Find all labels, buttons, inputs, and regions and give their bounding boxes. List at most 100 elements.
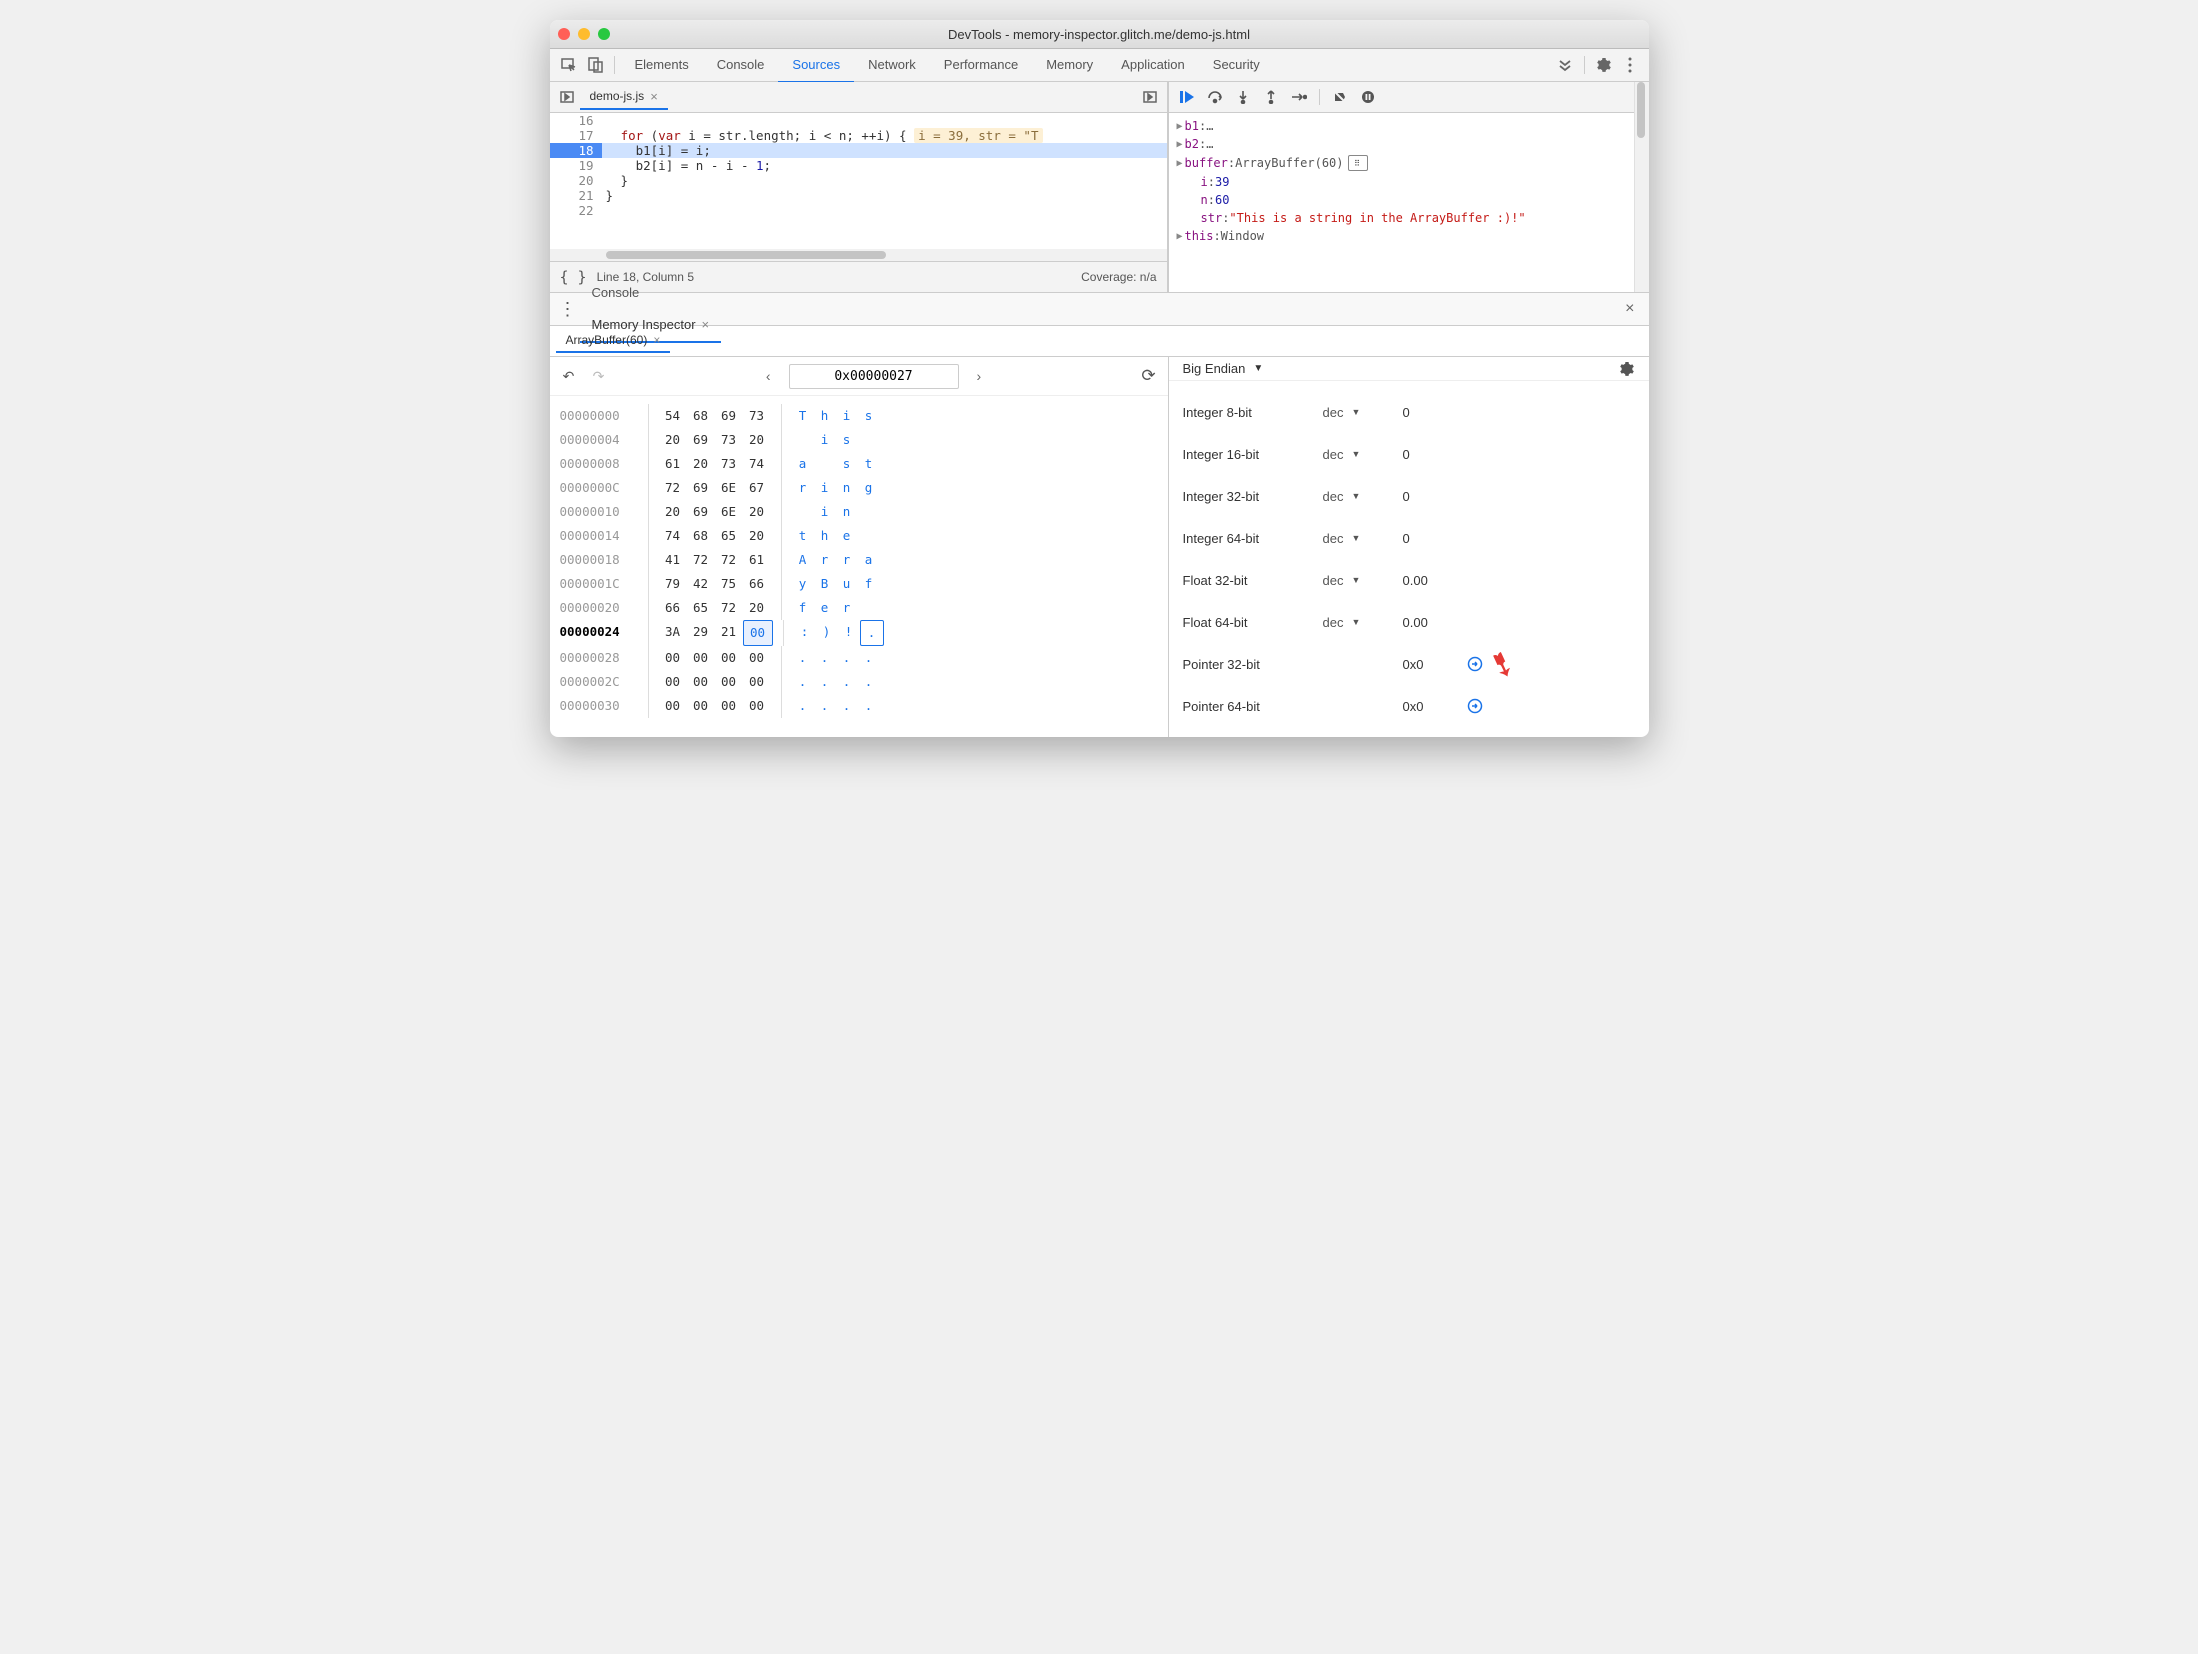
display-mode-select[interactable]: dec ▼ [1323,531,1403,546]
hex-byte[interactable]: 75 [715,572,743,596]
ascii-char[interactable]: ) [816,620,838,646]
close-drawer-icon[interactable]: × [1617,300,1642,318]
hex-byte[interactable]: 00 [659,646,687,670]
hex-byte[interactable]: 00 [743,694,771,718]
ascii-char[interactable]: . [814,646,836,670]
inspect-element-icon[interactable] [556,52,582,78]
ascii-char[interactable] [858,428,880,452]
hex-byte[interactable]: 00 [715,646,743,670]
hex-byte[interactable]: 00 [659,670,687,694]
hex-row[interactable]: 0000000420697320 is [560,428,1158,452]
display-mode-select[interactable]: dec ▼ [1323,447,1403,462]
scope-var-this[interactable]: ▶this: Window [1177,227,1626,245]
hex-byte[interactable]: 3A [659,620,687,646]
ascii-char[interactable]: u [836,572,858,596]
hex-byte[interactable]: 69 [715,404,743,428]
step-into-icon[interactable] [1231,85,1255,109]
code-line[interactable]: 17 for (var i = str.length; i < n; ++i) … [550,128,1167,143]
ascii-char[interactable]: . [858,694,880,718]
ascii-char[interactable]: f [858,572,880,596]
hex-byte[interactable]: 20 [659,428,687,452]
ascii-char[interactable]: g [858,476,880,500]
hex-row[interactable]: 0000001020696E20 in [560,500,1158,524]
hex-byte[interactable]: 69 [687,476,715,500]
ascii-char[interactable]: h [814,404,836,428]
close-tab-icon[interactable]: × [702,317,710,332]
ascii-char[interactable]: . [836,694,858,718]
hex-byte[interactable]: 21 [715,620,743,646]
ascii-char[interactable]: i [814,476,836,500]
prev-page-icon[interactable]: ‹ [756,368,781,384]
tab-sources[interactable]: Sources [778,49,854,83]
ascii-char[interactable]: e [836,524,858,548]
hex-row[interactable]: 0000000861207374a st [560,452,1158,476]
tab-network[interactable]: Network [854,49,930,81]
code-line[interactable]: 21} [550,188,1167,203]
hex-byte[interactable]: 69 [687,428,715,452]
hex-row[interactable]: 0000001474686520the [560,524,1158,548]
ascii-char[interactable]: . [814,694,836,718]
close-tab-icon[interactable]: × [653,333,660,347]
hex-byte[interactable]: 68 [687,404,715,428]
ascii-char[interactable]: A [792,548,814,572]
hex-byte[interactable]: 29 [687,620,715,646]
step-out-icon[interactable] [1259,85,1283,109]
ascii-char[interactable]: n [836,476,858,500]
ascii-char[interactable]: . [836,670,858,694]
ascii-char[interactable]: t [858,452,880,476]
undo-icon[interactable]: ↶ [558,368,580,385]
tab-console[interactable]: Console [703,49,779,81]
settings-gear-icon[interactable] [1591,52,1617,78]
ascii-char[interactable]: ! [838,620,860,646]
hex-byte[interactable]: 00 [715,694,743,718]
display-mode-select[interactable]: dec ▼ [1323,573,1403,588]
ascii-char[interactable] [792,500,814,524]
ascii-char[interactable]: i [814,428,836,452]
hex-byte[interactable]: 20 [743,524,771,548]
scope-var-b2[interactable]: ▶b2: … [1177,135,1626,153]
ascii-char[interactable] [814,452,836,476]
hex-byte[interactable]: 00 [743,670,771,694]
memory-tab-arraybuffer[interactable]: ArrayBuffer(60) × [556,329,671,353]
hex-row[interactable]: 0000001C79427566yBuf [560,572,1158,596]
ascii-char[interactable]: s [836,452,858,476]
hex-byte[interactable]: 73 [715,452,743,476]
tab-security[interactable]: Security [1199,49,1274,81]
ascii-char[interactable]: . [814,670,836,694]
ascii-char[interactable]: . [836,646,858,670]
hex-byte[interactable]: 20 [743,428,771,452]
hex-byte[interactable]: 65 [715,524,743,548]
hex-row[interactable]: 0000002C00000000.... [560,670,1158,694]
hex-row[interactable]: 000000243A292100:)!. [560,620,1158,646]
pause-on-exceptions-icon[interactable] [1356,85,1380,109]
scope-var-str[interactable]: str: "This is a string in the ArrayBuffe… [1177,209,1626,227]
tab-performance[interactable]: Performance [930,49,1032,81]
ascii-char[interactable] [792,428,814,452]
hex-row[interactable]: 0000003000000000.... [560,694,1158,718]
ascii-char[interactable]: r [792,476,814,500]
scope-var-b1[interactable]: ▶b1: … [1177,117,1626,135]
hex-byte[interactable]: 74 [743,452,771,476]
ascii-char[interactable]: r [836,596,858,620]
value-settings-gear-icon[interactable] [1619,361,1635,377]
code-line[interactable]: 20 } [550,173,1167,188]
ascii-char[interactable]: . [860,620,884,646]
device-toolbar-icon[interactable] [582,52,608,78]
file-tab-demo-js[interactable]: demo-js.js × [580,85,668,110]
tab-memory[interactable]: Memory [1032,49,1107,81]
hex-grid[interactable]: 0000000054686973This0000000420697320 is … [550,396,1168,726]
hex-byte[interactable]: 61 [659,452,687,476]
ascii-char[interactable]: . [792,694,814,718]
code-line[interactable]: 22 [550,203,1167,218]
hex-row[interactable]: 0000002066657220fer [560,596,1158,620]
ascii-char[interactable]: . [792,646,814,670]
hex-byte[interactable]: 41 [659,548,687,572]
hex-row[interactable]: 0000000C72696E67ring [560,476,1158,500]
hex-byte[interactable]: 69 [687,500,715,524]
hex-byte[interactable]: 20 [743,596,771,620]
deactivate-breakpoints-icon[interactable] [1328,85,1352,109]
ascii-char[interactable]: r [814,548,836,572]
hex-byte[interactable]: 20 [687,452,715,476]
step-icon[interactable] [1287,85,1311,109]
code-line[interactable]: 18 b1[i] = i; [550,143,1167,158]
